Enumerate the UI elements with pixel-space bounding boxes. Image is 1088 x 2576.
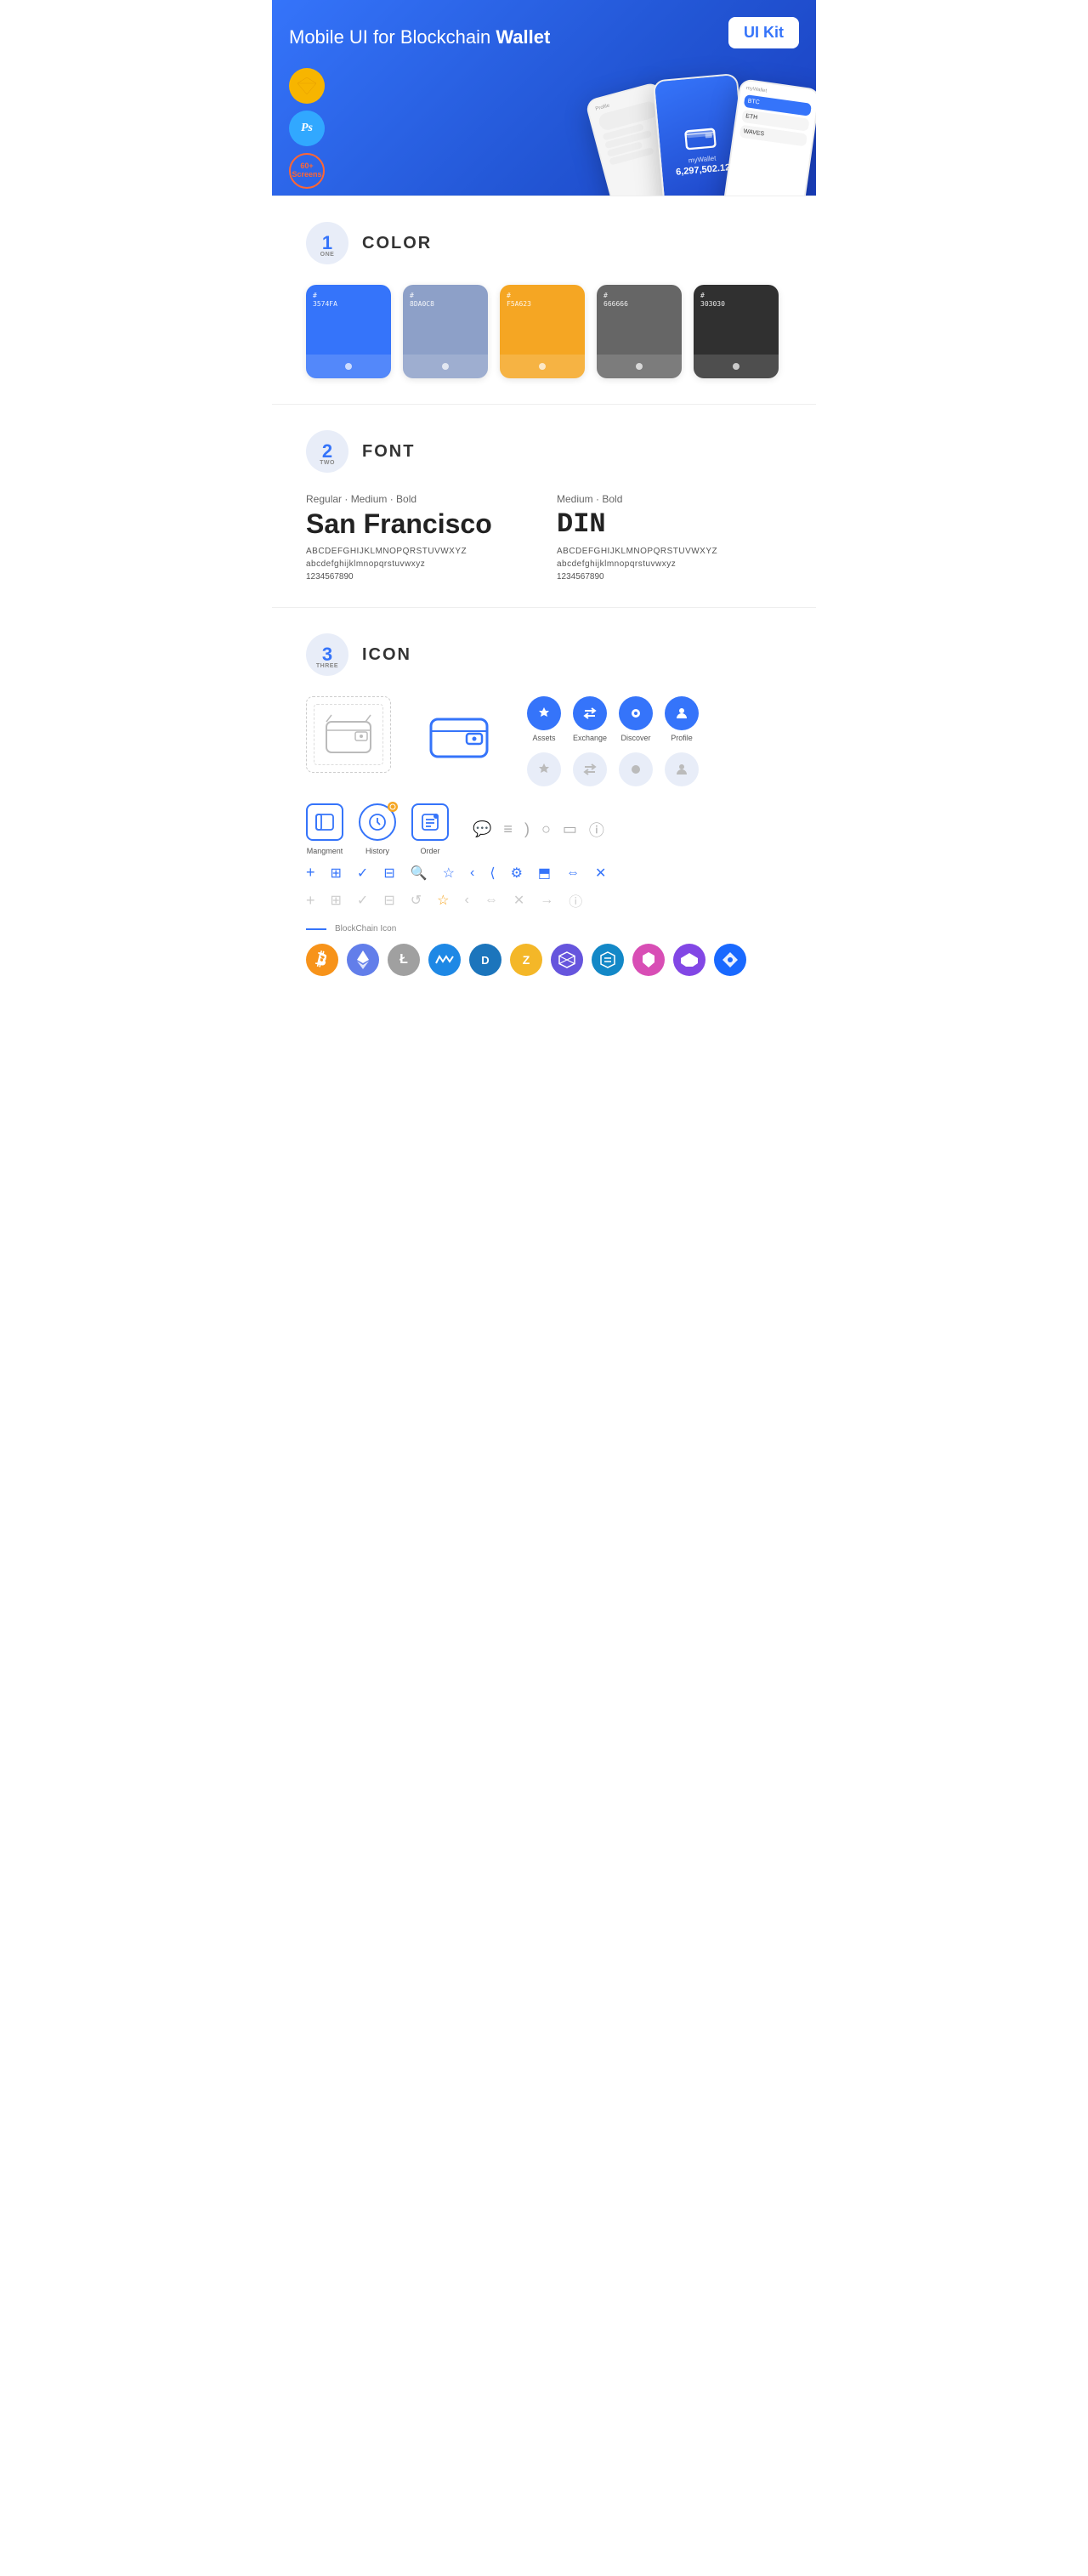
phones-mockup: Profile myWallet 6,297,502.12 (536, 51, 816, 196)
crypto-ftm (714, 944, 746, 976)
font-sf: Regular · Medium · Bold San Francisco AB… (306, 493, 531, 582)
icon-management[interactable]: Mangment (306, 803, 343, 855)
ui-kit-badge: UI Kit (728, 17, 799, 48)
utility-icons-row-1: + ⊞ ✓ ⊟ 🔍 ☆ ‹ ⟨ ⚙ ⬒ ⇔ ✕ (306, 864, 782, 882)
icon-refresh-ghost: ↺ (411, 892, 422, 909)
nav-icon-discover-ghost (619, 752, 653, 786)
font-grid: Regular · Medium · Bold San Francisco AB… (306, 493, 782, 582)
blockchain-divider: BlockChain Icon (306, 924, 782, 933)
icon-close-ghost: ✕ (513, 892, 524, 909)
icon-forward-ghost: → (540, 893, 553, 908)
font-section: 2 TWO FONT Regular · Medium · Bold San F… (272, 405, 816, 607)
icon-star-orange: ☆ (437, 892, 449, 909)
icon-share[interactable]: ⟨ (490, 865, 495, 882)
crypto-btc (306, 944, 338, 976)
icon-qr-ghost: ⊟ (383, 892, 394, 909)
icon-grid-add[interactable]: ⊞ (331, 865, 342, 882)
swatch-slate: #8DA0C8 (403, 285, 488, 378)
nav-icon-exchange[interactable]: Exchange (573, 696, 607, 742)
nav-icon-assets-ghost (527, 752, 561, 786)
nav-icon-profile[interactable]: Profile (665, 696, 699, 742)
wallet-icon-row: Assets Exchange Discover (306, 696, 782, 786)
swatch-orange: #F5A623 (500, 285, 585, 378)
mid-icons-row: Mangment History (306, 803, 782, 855)
font-section-header: 2 TWO FONT (306, 430, 782, 473)
crypto-grid (551, 944, 583, 976)
color-swatches: #3574FA #8DA0C8 #F5A623 #666666 #303030 (306, 285, 782, 378)
crypto-icons-row: Ł D Z (306, 944, 782, 976)
icon-close[interactable]: ✕ (595, 865, 606, 882)
hero-section: Mobile UI for Blockchain Wallet UI Kit P… (272, 0, 816, 196)
icon-grid-ghost: ⊞ (331, 892, 342, 909)
screens-badge: 60+ Screens (289, 153, 325, 189)
blockchain-line (306, 928, 326, 930)
color-title: COLOR (362, 234, 432, 253)
icon-qr[interactable]: ⊟ (383, 865, 394, 882)
swatch-gray: #666666 (597, 285, 682, 378)
ps-badge: Ps (289, 111, 325, 146)
color-section-header: 1 ONE COLOR (306, 222, 782, 264)
icon-history[interactable]: History (359, 803, 396, 855)
nav-icon-assets[interactable]: Assets (527, 696, 561, 742)
icon-star[interactable]: ☆ (443, 865, 455, 882)
crypto-waves (428, 944, 461, 976)
section-number-2: 2 TWO (306, 430, 348, 473)
nav-icons-group: Assets Exchange Discover (527, 696, 699, 786)
icon-info: ⓘ (589, 819, 604, 841)
icon-chat: 💬 (473, 820, 491, 838)
crypto-stratis (592, 944, 624, 976)
color-section: 1 ONE COLOR #3574FA #8DA0C8 #F5A623 #666… (272, 196, 816, 404)
icon-upload[interactable]: ⬒ (538, 865, 551, 882)
font-title: FONT (362, 442, 415, 462)
hero-badges: Ps 60+ Screens (289, 68, 325, 189)
icon-section-header: 3 THREE ICON (306, 633, 782, 676)
icon-check[interactable]: ✓ (357, 865, 368, 882)
wallet-icon-filled (416, 696, 502, 773)
wallet-icon-wireframe (306, 696, 391, 773)
swatch-blue: #3574FA (306, 285, 391, 378)
icon-circle: ○ (541, 820, 551, 838)
nav-icon-discover[interactable]: Discover (619, 696, 653, 742)
icon-plus-ghost: + (306, 892, 315, 910)
icon-swap-ghost: ⇔ (484, 893, 498, 908)
icon-back-ghost: ‹ (464, 893, 468, 908)
crypto-matic (673, 944, 706, 976)
sketch-badge (289, 68, 325, 104)
icon-layers: ≡ (503, 820, 513, 838)
icon-info-ghost: ⓘ (569, 890, 582, 911)
nav-icon-profile-ghost (665, 752, 699, 786)
icon-order[interactable]: Order (411, 803, 449, 855)
icon-title: ICON (362, 645, 411, 665)
icon-settings[interactable]: ⚙ (511, 865, 523, 882)
icon-swap[interactable]: ⇔ (566, 865, 580, 881)
font-din: Medium · Bold DIN ABCDEFGHIJKLMNOPQRSTUV… (557, 493, 782, 582)
icon-section: 3 THREE ICON (272, 608, 816, 1001)
crypto-eth (347, 944, 379, 976)
extra-icons-row: 💬 ≡ ) ○ ▭ ⓘ (473, 819, 604, 841)
crypto-ltc: Ł (388, 944, 420, 976)
nav-icons-active-row: Assets Exchange Discover (527, 696, 699, 742)
section-number-1: 1 ONE (306, 222, 348, 264)
crypto-dash: D (469, 944, 502, 976)
crypto-zcash: Z (510, 944, 542, 976)
swatch-dark: #303030 (694, 285, 779, 378)
hero-title: Mobile UI for Blockchain Wallet (289, 26, 799, 50)
section-number-3: 3 THREE (306, 633, 348, 676)
icon-check-ghost: ✓ (357, 892, 368, 909)
nav-icon-exchange-ghost (573, 752, 607, 786)
icon-moon: ) (524, 820, 530, 838)
crypto-ark (632, 944, 665, 976)
icon-back[interactable]: ‹ (470, 865, 474, 881)
icon-plus[interactable]: + (306, 864, 315, 882)
icon-search[interactable]: 🔍 (411, 865, 428, 882)
icon-message: ▭ (563, 820, 577, 838)
nav-icons-ghost-row (527, 752, 699, 786)
utility-icons-row-2: + ⊞ ✓ ⊟ ↺ ☆ ‹ ⇔ ✕ → ⓘ (306, 890, 782, 911)
